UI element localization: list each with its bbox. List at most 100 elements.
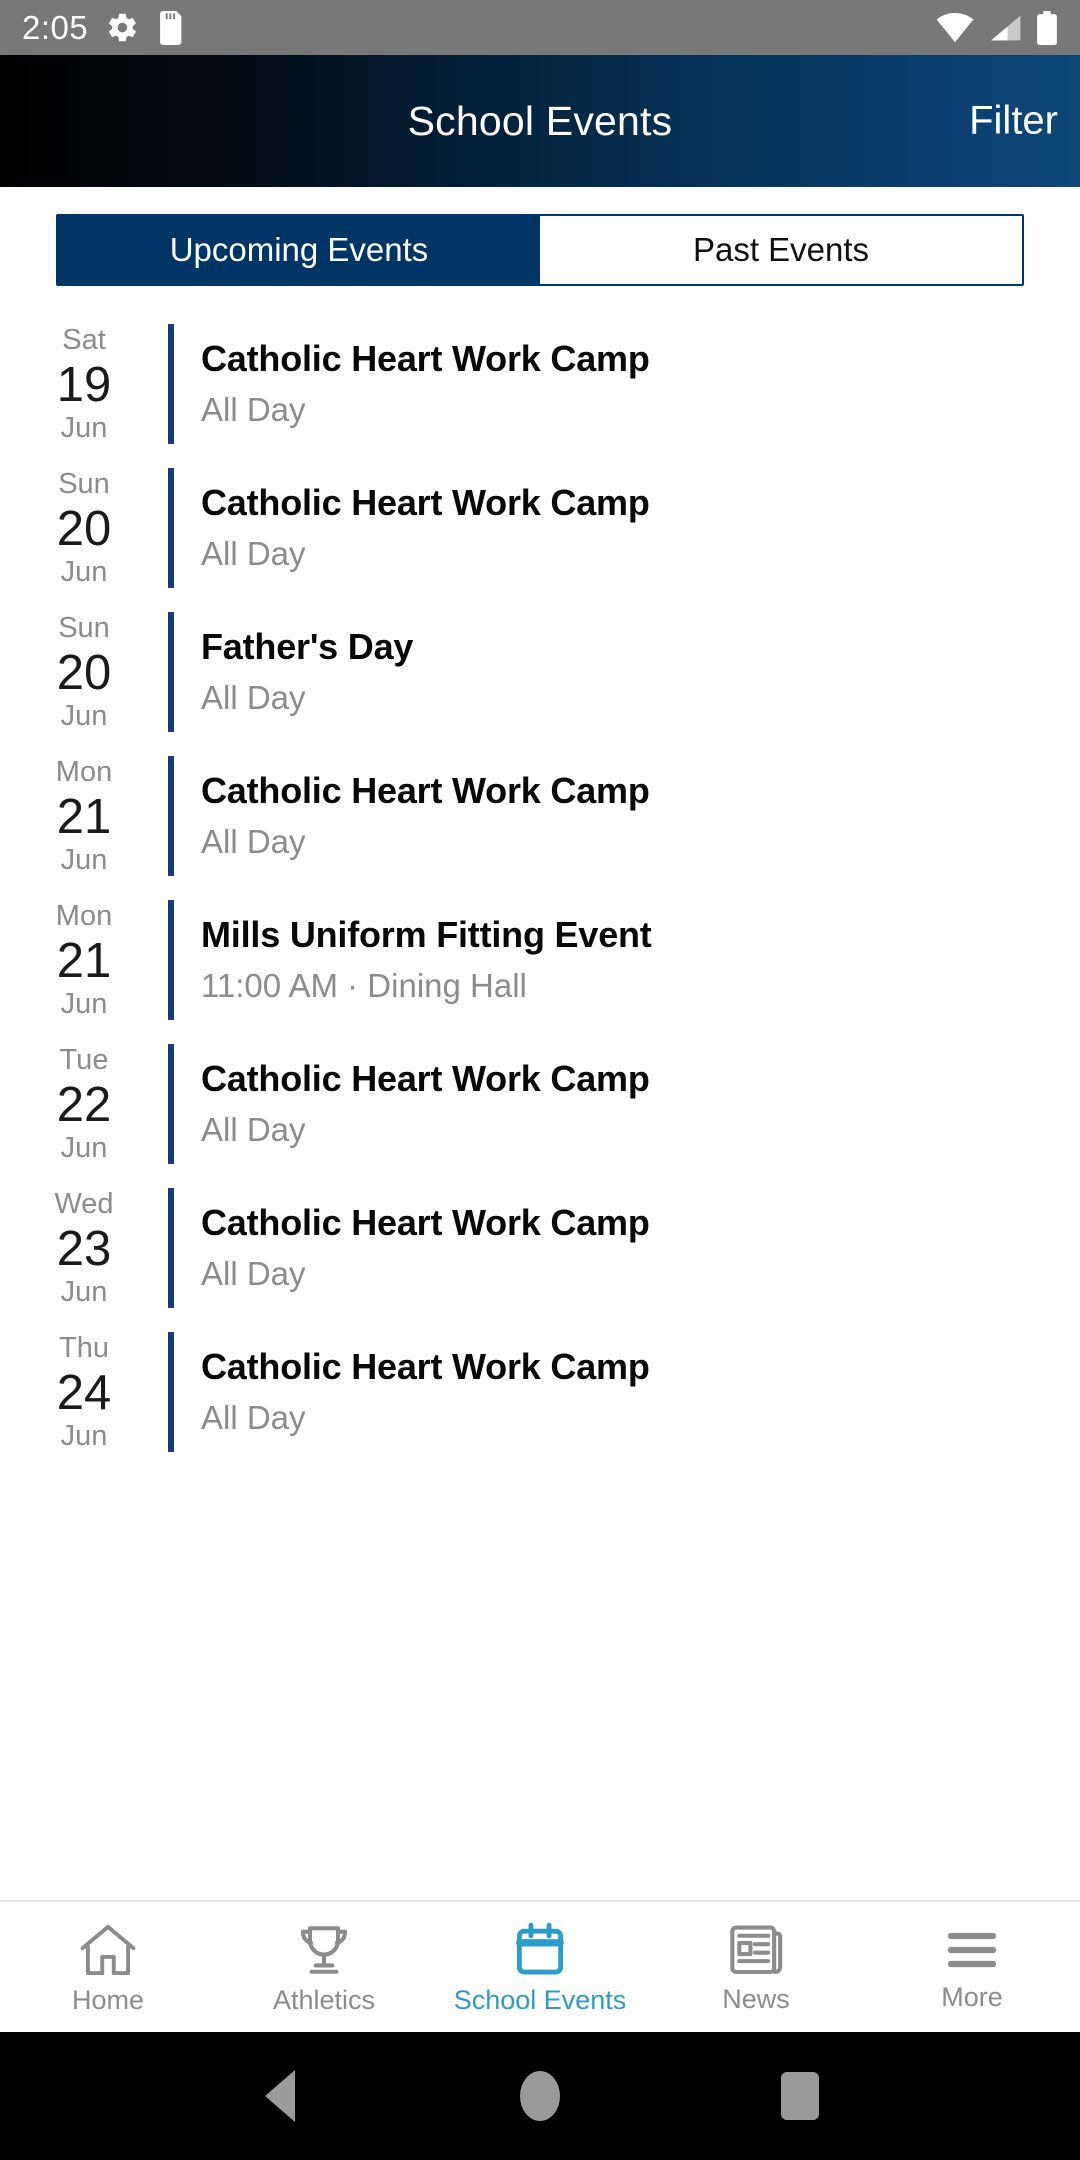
bottom-nav-item-school-events[interactable]: School Events (432, 1902, 648, 2032)
segmented-tab-bar: Upcoming Events Past Events (56, 213, 1024, 286)
event-details: Father's Day All Day (174, 600, 1080, 744)
event-title: Catholic Heart Work Camp (201, 482, 650, 524)
bottom-nav-item-more[interactable]: More (864, 1902, 1080, 2032)
event-date-block: Mon 21 Jun (0, 744, 168, 888)
event-date-block: Wed 23 Jun (0, 1176, 168, 1320)
event-row[interactable]: Mon 21 Jun Catholic Heart Work Camp All Day (0, 744, 1080, 888)
event-day-of-week: Mon (55, 756, 113, 789)
home-circle-icon[interactable] (495, 2051, 585, 2141)
newspaper-icon (727, 1922, 785, 1978)
status-bar-right (936, 10, 1058, 45)
event-subtitle: All Day (201, 391, 306, 429)
event-day-number: 22 (56, 1077, 112, 1132)
status-bar-left: 2:05 (22, 9, 183, 47)
android-status-bar: 2:05 (0, 0, 1080, 55)
event-title: Mills Uniform Fitting Event (201, 914, 652, 956)
event-details: Catholic Heart Work Camp All Day (174, 1032, 1080, 1176)
hamburger-menu-icon (943, 1924, 1001, 1976)
bottom-nav-item-athletics[interactable]: Athletics (216, 1902, 432, 2032)
event-date-block: Sun 20 Jun (0, 600, 168, 744)
tab-upcoming-events[interactable]: Upcoming Events (58, 215, 540, 284)
trophy-icon (295, 1921, 353, 1979)
event-day-number: 20 (56, 501, 112, 556)
event-date-block: Sun 20 Jun (0, 456, 168, 600)
event-title: Catholic Heart Work Camp (201, 1346, 650, 1388)
event-subtitle: All Day (201, 1111, 306, 1149)
event-details: Catholic Heart Work Camp All Day (174, 312, 1080, 456)
app-header: School Events Filter (0, 55, 1080, 187)
event-day-of-week: Sun (58, 468, 110, 501)
event-subtitle: All Day (201, 1255, 306, 1293)
event-subtitle: All Day (201, 1399, 306, 1437)
back-triangle-icon[interactable] (235, 2051, 325, 2141)
event-month: Jun (60, 844, 108, 877)
event-day-number: 21 (56, 933, 112, 988)
sd-card-icon (157, 10, 183, 45)
event-day-of-week: Sun (58, 612, 110, 645)
event-day-number: 20 (56, 645, 112, 700)
bottom-nav-label-home: Home (71, 1984, 145, 2015)
event-title: Catholic Heart Work Camp (201, 338, 650, 380)
event-row[interactable]: Sun 20 Jun Father's Day All Day (0, 600, 1080, 744)
event-title: Catholic Heart Work Camp (201, 770, 650, 812)
event-day-of-week: Mon (55, 900, 113, 933)
event-date-block: Thu 24 Jun (0, 1320, 168, 1464)
event-row[interactable]: Mon 21 Jun Mills Uniform Fitting Event 11:00… (0, 888, 1080, 1032)
event-details: Catholic Heart Work Camp All Day (174, 1176, 1080, 1320)
event-date-block: Tue 22 Jun (0, 1032, 168, 1176)
bottom-nav-label-school-events: School Events (453, 1984, 627, 2015)
event-row[interactable]: Thu 24 Jun Catholic Heart Work Camp All Day (0, 1320, 1080, 1464)
event-details: Catholic Heart Work Camp All Day (174, 1320, 1080, 1464)
calendar-icon (512, 1921, 568, 1979)
filter-button[interactable]: Filter (969, 99, 1058, 144)
android-navigation-bar (0, 2032, 1080, 2160)
event-details: Catholic Heart Work Camp All Day (174, 456, 1080, 600)
event-subtitle: All Day (201, 679, 306, 717)
tab-past-events[interactable]: Past Events (540, 215, 1022, 284)
event-date-block: Sat 19 Jun (0, 312, 168, 456)
app-screen: 2:05 School Events Filter Upcoming Event… (0, 0, 1080, 2160)
home-icon (78, 1921, 138, 1979)
event-subtitle: 11:00 AM · Dining Hall (201, 967, 527, 1005)
event-title: Catholic Heart Work Camp (201, 1058, 650, 1100)
event-month: Jun (60, 412, 108, 445)
event-title: Father's Day (201, 626, 414, 668)
event-title: Catholic Heart Work Camp (201, 1202, 650, 1244)
event-month: Jun (60, 1132, 108, 1165)
event-day-of-week: Sat (62, 324, 106, 357)
event-date-block: Mon 21 Jun (0, 888, 168, 1032)
event-day-number: 23 (56, 1221, 112, 1276)
event-day-of-week: Wed (54, 1188, 114, 1221)
event-month: Jun (60, 1420, 108, 1453)
bottom-nav-label-athletics: Athletics (272, 1984, 376, 2015)
bottom-navigation-bar: Home Athletics School Events News More (0, 1900, 1080, 2032)
event-row[interactable]: Tue 22 Jun Catholic Heart Work Camp All Day (0, 1032, 1080, 1176)
cellular-signal-icon (988, 13, 1022, 43)
event-details: Mills Uniform Fitting Event 11:00 AM · Di… (174, 888, 1080, 1032)
event-row[interactable]: Sun 20 Jun Catholic Heart Work Camp All Day (0, 456, 1080, 600)
bottom-nav-label-more: More (941, 1981, 1003, 2012)
event-month: Jun (60, 556, 108, 589)
event-month: Jun (60, 700, 108, 733)
event-month: Jun (60, 1276, 108, 1309)
page-title: School Events (407, 97, 673, 144)
wifi-icon (936, 12, 974, 43)
event-day-of-week: Thu (59, 1332, 109, 1365)
event-subtitle: All Day (201, 823, 306, 861)
bottom-nav-item-news[interactable]: News (648, 1902, 864, 2032)
battery-icon (1036, 10, 1058, 45)
event-month: Jun (60, 988, 108, 1021)
settings-gear-icon (106, 11, 139, 44)
bottom-nav-item-home[interactable]: Home (0, 1902, 216, 2032)
recents-square-icon[interactable] (755, 2051, 845, 2141)
event-day-number: 19 (56, 357, 112, 412)
event-details: Catholic Heart Work Camp All Day (174, 744, 1080, 888)
event-day-of-week: Tue (59, 1044, 109, 1077)
event-row[interactable]: Sat 19 Jun Catholic Heart Work Camp All Day (0, 312, 1080, 456)
status-bar-clock: 2:05 (22, 8, 89, 46)
event-day-number: 21 (56, 789, 112, 844)
event-row[interactable]: Wed 23 Jun Catholic Heart Work Camp All Day (0, 1176, 1080, 1320)
event-day-number: 24 (56, 1365, 112, 1420)
event-list[interactable]: Sat 19 Jun Catholic Heart Work Camp All Day S… (0, 312, 1080, 1900)
bottom-nav-label-news: News (722, 1983, 790, 2014)
